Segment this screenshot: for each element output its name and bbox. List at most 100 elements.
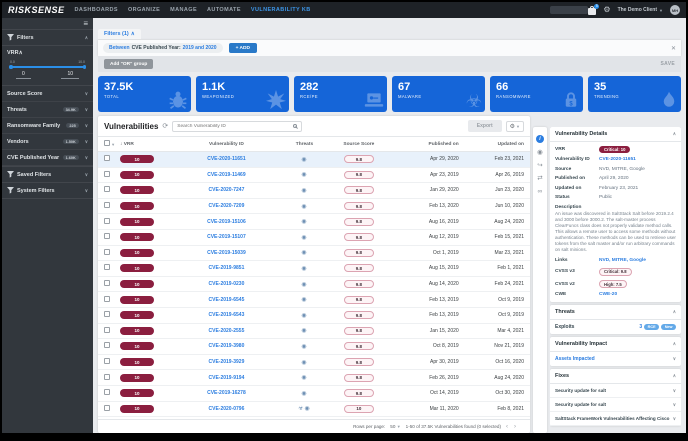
table-row[interactable]: 10 CVE-2019-9194 ◉ 9.8 Feb 26, 2019 Aug … xyxy=(98,370,530,386)
cve-link[interactable]: CVE-2019-0230 xyxy=(172,281,281,287)
cve-link[interactable]: CVE-2020-7247 xyxy=(172,187,281,193)
filter-chip[interactable]: Between CVE Published Year: 2019 and 202… xyxy=(103,43,223,53)
client-selector[interactable]: The Demo Client ▼ xyxy=(618,7,663,13)
row-checkbox[interactable] xyxy=(104,264,110,271)
kpi-ransomware[interactable]: 66 RANSOMWARE $ xyxy=(490,76,583,112)
swap-tab-icon[interactable]: ⇄ xyxy=(537,175,542,182)
user-avatar[interactable]: MH xyxy=(670,5,680,15)
cve-link[interactable]: CVE-2020-0796 xyxy=(172,406,281,412)
column-published-on[interactable]: Published on xyxy=(390,142,459,147)
row-checkbox[interactable] xyxy=(104,326,110,333)
nav-menu-item[interactable]: MANAGE xyxy=(170,7,197,13)
info-tab-icon[interactable]: i xyxy=(536,135,544,143)
column-threats[interactable]: Threats xyxy=(281,142,328,147)
column-vrr[interactable]: ↓ VRR xyxy=(120,142,172,147)
export-button[interactable]: Export xyxy=(467,120,502,132)
fix-item[interactable]: Security update for salt ∨ xyxy=(550,398,681,413)
details-header[interactable]: Vulnerability Details ∧ xyxy=(550,127,681,142)
facet-row[interactable]: Vendors 1.50K ∨ xyxy=(2,134,93,150)
share-tab-icon[interactable]: ↪ xyxy=(537,162,542,169)
save-filter-button[interactable]: SAVE xyxy=(661,61,675,67)
nav-menu-item[interactable]: DASHBOARDS xyxy=(75,7,118,13)
facet-row[interactable]: Source Score ∨ xyxy=(2,86,93,102)
marketplace-bag-icon[interactable]: 5 xyxy=(588,3,600,15)
filters-tab[interactable]: Filters (1) ∧ xyxy=(98,29,141,39)
slider-handle-max[interactable] xyxy=(82,65,86,69)
table-row[interactable]: 10 CVE-2019-15107 ◉ 9.8 Aug 12, 2019 Feb… xyxy=(98,230,530,246)
column-vulnerability-id[interactable]: Vulnerability ID xyxy=(172,142,281,147)
row-checkbox[interactable] xyxy=(104,248,110,255)
column-source-score[interactable]: Source Score xyxy=(328,142,390,147)
slider-handle-min[interactable] xyxy=(9,65,13,69)
cve-link[interactable]: CVE-2019-6543 xyxy=(172,312,281,318)
assets-impacted-link[interactable]: Assets Impacted ∨ xyxy=(550,352,681,366)
table-row[interactable]: 10 CVE-2019-16278 ◉ 9.8 Oct 14, 2019 Oct… xyxy=(98,386,530,402)
row-checkbox[interactable] xyxy=(104,155,110,162)
nav-menu-item[interactable]: AUTOMATE xyxy=(207,7,241,13)
vrr-from-input[interactable]: 0 xyxy=(16,71,31,79)
cve-link[interactable]: CVE-2019-9194 xyxy=(172,375,281,381)
nav-menu-item[interactable]: VULNERABILITY KB xyxy=(251,7,311,13)
row-checkbox[interactable] xyxy=(104,342,110,349)
cve-link[interactable]: CVE-2020-7209 xyxy=(172,203,281,209)
close-filters-icon[interactable]: ✕ xyxy=(671,45,676,52)
table-row[interactable]: 10 CVE-2019-15039 ◉ 9.8 Oct 1, 2019 Mar … xyxy=(98,246,530,262)
table-row[interactable]: 10 CVE-2019-9851 ◉ 9.8 Aug 15, 2019 Feb … xyxy=(98,261,530,277)
table-row[interactable]: 10 CVE-2019-3929 ◉ 9.8 Apr 30, 2019 Oct … xyxy=(98,355,530,371)
next-page-icon[interactable]: › xyxy=(514,424,522,430)
facet-row[interactable]: Ransomware Family 225 ∨ xyxy=(2,118,93,134)
cve-link[interactable]: CVE-2019-16278 xyxy=(172,390,281,396)
vrr-to-input[interactable]: 10 xyxy=(61,71,79,79)
row-checkbox[interactable] xyxy=(104,280,110,287)
cve-link[interactable]: CVE-2020-2555 xyxy=(172,328,281,334)
row-checkbox[interactable] xyxy=(104,217,110,224)
impact-header[interactable]: Vulnerability Impact ∧ xyxy=(550,337,681,353)
add-or-group-button[interactable]: Add "OR" group xyxy=(104,59,154,69)
vrr-range-slider[interactable] xyxy=(9,65,86,69)
cve-link[interactable]: CVE-2020-11651 xyxy=(172,156,281,162)
kpi-rce-pe[interactable]: 282 RCE/PE xyxy=(294,76,387,112)
kpi-weaponized[interactable]: 1.1K WEAPONIZED xyxy=(196,76,289,112)
fix-item[interactable]: SaltStack FrameWork Vulnerabilities Affe… xyxy=(550,412,681,427)
row-checkbox[interactable] xyxy=(104,389,110,396)
rows-per-page-select[interactable]: 50 ▼ xyxy=(390,424,400,429)
cve-link[interactable]: CVE-2019-9851 xyxy=(172,265,281,271)
row-checkbox[interactable] xyxy=(104,373,110,380)
cwe-link[interactable]: CWE-20 xyxy=(599,292,617,297)
table-row[interactable]: 10 CVE-2019-3980 ◉ 9.8 Oct 8, 2019 Nov 2… xyxy=(98,339,530,355)
link-tab-icon[interactable]: ∞ xyxy=(538,188,543,195)
row-checkbox[interactable] xyxy=(104,404,110,411)
cve-link[interactable]: CVE-2019-11469 xyxy=(172,172,281,178)
row-checkbox[interactable] xyxy=(104,170,110,177)
fixes-header[interactable]: Fixes ∧ xyxy=(550,369,681,385)
row-checkbox[interactable] xyxy=(104,295,110,302)
cve-link[interactable]: CVE-2019-6545 xyxy=(172,297,281,303)
facet-row[interactable]: CVE Published Year 1.60K ∨ xyxy=(2,150,93,166)
detail-cve-link[interactable]: CVE-2020-11651 xyxy=(599,157,636,162)
table-row[interactable]: 10 CVE-2019-6543 ◉ 9.8 Feb 13, 2019 Oct … xyxy=(98,308,530,324)
table-row[interactable]: 10 CVE-2020-7247 ◉ 9.8 Jan 29, 2020 Jun … xyxy=(98,183,530,199)
links-value[interactable]: NVD, MITRE, Google xyxy=(599,258,646,263)
table-row[interactable]: 10 CVE-2019-6545 ◉ 9.8 Feb 13, 2019 Oct … xyxy=(98,292,530,308)
nav-menu-item[interactable]: ORGANIZE xyxy=(128,7,160,13)
system-filters-row[interactable]: System Filters ∨ xyxy=(2,183,93,199)
filters-section-header[interactable]: Filters ∧ xyxy=(2,29,93,46)
refresh-icon[interactable]: ⟳ xyxy=(162,122,168,130)
column-updated-on[interactable]: Updated on xyxy=(459,142,524,147)
kpi-trending[interactable]: 35 TRENDING xyxy=(588,76,681,112)
table-row[interactable]: 10 CVE-2019-11469 ◉ 9.8 Apr 23, 2019 Apr… xyxy=(98,168,530,184)
row-checkbox[interactable] xyxy=(104,186,110,193)
facet-row[interactable]: Threats 34.9K ∨ xyxy=(2,102,93,118)
sidebar-collapse-icon[interactable]: ≡ xyxy=(2,18,93,29)
vrr-facet-header[interactable]: VRR ∧ xyxy=(2,46,93,58)
threats-tab-icon[interactable]: ◉ xyxy=(537,149,543,156)
row-checkbox[interactable] xyxy=(104,233,110,240)
search-input[interactable] xyxy=(177,123,294,129)
add-filter-button[interactable]: + ADD xyxy=(228,43,257,53)
previous-page-icon[interactable]: ‹ xyxy=(506,424,514,430)
cve-link[interactable]: CVE-2019-15107 xyxy=(172,234,281,240)
cve-link[interactable]: CVE-2019-3929 xyxy=(172,359,281,365)
kpi-malware[interactable]: 67 MALWARE ☣ xyxy=(392,76,485,112)
settings-gear-icon[interactable]: ⚙ xyxy=(603,6,610,14)
saved-filters-row[interactable]: Saved Filters ∨ xyxy=(2,166,93,183)
